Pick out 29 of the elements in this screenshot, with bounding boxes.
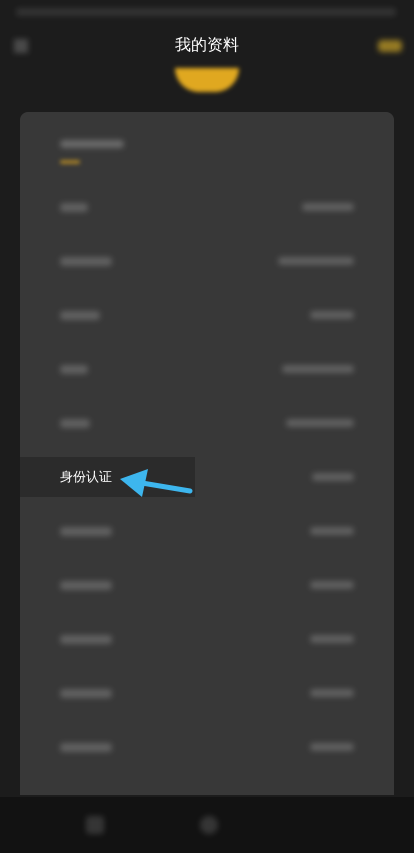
blurred-label bbox=[60, 310, 100, 320]
row-label[interactable]: 身份认证 bbox=[20, 457, 195, 497]
blurred-value bbox=[310, 743, 354, 751]
blurred-label bbox=[60, 742, 112, 752]
blurred-value bbox=[282, 365, 354, 373]
blurred-nav-icon[interactable] bbox=[86, 816, 104, 834]
blurred-label bbox=[60, 256, 112, 266]
blurred-label bbox=[60, 688, 112, 698]
blurred-label bbox=[60, 418, 90, 428]
blurred-action-icon[interactable] bbox=[378, 40, 402, 52]
blurred-section-title bbox=[60, 140, 124, 148]
blurred-label bbox=[60, 202, 88, 212]
blurred-value bbox=[312, 473, 354, 481]
blurred-value bbox=[310, 581, 354, 589]
blurred-value bbox=[310, 689, 354, 697]
blurred-value bbox=[310, 311, 354, 319]
blurred-label bbox=[60, 634, 112, 644]
blurred-avatar bbox=[175, 68, 239, 92]
blurred-value bbox=[310, 527, 354, 535]
blurred-nav-icon[interactable] bbox=[200, 816, 218, 834]
blurred-label bbox=[60, 526, 112, 536]
blurred-value bbox=[310, 635, 354, 643]
blurred-label bbox=[60, 580, 112, 590]
blurred-underline bbox=[60, 160, 80, 164]
page-title: 我的资料 bbox=[175, 36, 239, 56]
blurred-back-icon[interactable] bbox=[14, 39, 28, 53]
blurred-value bbox=[286, 419, 354, 427]
blurred-value bbox=[302, 203, 354, 211]
blurred-label bbox=[60, 364, 88, 374]
